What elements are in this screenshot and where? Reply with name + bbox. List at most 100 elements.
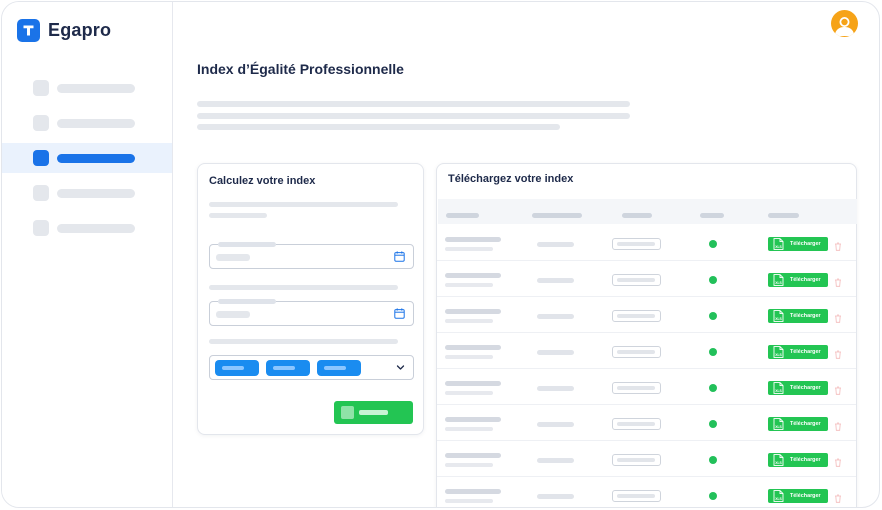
chevron-down-icon[interactable] [396, 363, 405, 372]
cell-name [445, 453, 501, 458]
form-label-line [209, 285, 398, 290]
cell-name [445, 273, 501, 278]
cell-subtext [445, 355, 493, 359]
sidebar: Egapro [2, 2, 173, 507]
cell-tag [612, 418, 661, 430]
selected-chip[interactable] [266, 360, 310, 376]
app-name: Egapro [48, 20, 112, 40]
sidebar-item-1[interactable] [2, 73, 172, 103]
selected-chip[interactable] [215, 360, 259, 376]
cell-value [537, 386, 574, 391]
svg-text:XLS: XLS [775, 389, 782, 393]
cell-name [445, 417, 501, 422]
nav-item-icon [33, 80, 49, 96]
cell-value [537, 350, 574, 355]
calculator-title: Calculez votre index [209, 175, 316, 187]
multiselect-field[interactable] [209, 355, 414, 380]
cell-name [445, 237, 501, 242]
check-icon [709, 276, 717, 284]
nav-item-icon [33, 150, 49, 166]
delete-icon[interactable] [834, 382, 842, 400]
download-button[interactable]: XLS Télécharger [768, 273, 828, 287]
download-button[interactable]: XLS Télécharger [768, 381, 828, 395]
nav-item-label [57, 223, 135, 233]
delete-icon[interactable] [834, 310, 842, 328]
svg-text:XLS: XLS [775, 245, 782, 249]
xls-file-icon: XLS [773, 310, 784, 322]
download-button-label: Télécharger [790, 457, 821, 463]
date-field-1[interactable] [209, 241, 414, 269]
check-icon [709, 492, 717, 500]
nav-item-icon [33, 115, 49, 131]
nav-item-label [57, 118, 135, 128]
download-button[interactable]: XLS Télécharger [768, 345, 828, 359]
check-icon [709, 384, 717, 392]
column-header [446, 213, 479, 218]
download-button-label: Télécharger [790, 385, 821, 391]
user-icon [834, 17, 855, 36]
user-avatar[interactable] [831, 10, 858, 37]
cell-name [445, 381, 501, 386]
date-field-value [216, 254, 250, 261]
download-button-label: Télécharger [790, 313, 821, 319]
xls-file-icon: XLS [773, 454, 784, 466]
cell-subtext [445, 391, 493, 395]
calculate-button[interactable] [334, 401, 413, 424]
table-row: XLS Télécharger [437, 405, 856, 441]
delete-icon[interactable] [834, 418, 842, 436]
table-header [438, 199, 857, 224]
delete-icon[interactable] [834, 490, 842, 507]
download-button[interactable]: XLS Télécharger [768, 309, 828, 323]
date-field-value [216, 311, 250, 318]
xls-file-icon: XLS [773, 418, 784, 430]
delete-icon[interactable] [834, 346, 842, 364]
check-icon [709, 420, 717, 428]
delete-icon[interactable] [834, 454, 842, 472]
nav-item-icon [33, 220, 49, 236]
button-icon [341, 406, 354, 419]
check-icon [709, 456, 717, 464]
table-row: XLS Télécharger [437, 369, 856, 405]
sidebar-item-3-active[interactable] [2, 143, 172, 173]
delete-icon[interactable] [834, 274, 842, 292]
delete-icon[interactable] [834, 238, 842, 256]
selected-chip[interactable] [317, 360, 361, 376]
download-button[interactable]: XLS Télécharger [768, 489, 828, 503]
download-button-label: Télécharger [790, 421, 821, 427]
cell-tag [612, 346, 661, 358]
cell-value [537, 422, 574, 427]
check-icon [709, 240, 717, 248]
svg-text:XLS: XLS [775, 353, 782, 357]
download-button[interactable]: XLS Télécharger [768, 237, 828, 251]
sidebar-item-2[interactable] [2, 108, 172, 138]
calendar-icon[interactable] [394, 308, 405, 319]
calculator-card: Calculez votre index [197, 163, 424, 435]
date-field-2[interactable] [209, 298, 414, 326]
cell-subtext [445, 319, 493, 323]
form-label-line [209, 202, 398, 207]
cell-tag [612, 238, 661, 250]
cell-value [537, 494, 574, 499]
download-button[interactable]: XLS Télécharger [768, 417, 828, 431]
cell-value [537, 278, 574, 283]
table-row: XLS Télécharger [437, 261, 856, 297]
calendar-icon[interactable] [394, 251, 405, 262]
download-button[interactable]: XLS Télécharger [768, 453, 828, 467]
cell-subtext [445, 283, 493, 287]
cell-subtext [445, 463, 493, 467]
nav-item-label [57, 83, 135, 93]
sidebar-item-5[interactable] [2, 213, 172, 243]
cell-value [537, 242, 574, 247]
download-button-label: Télécharger [790, 277, 821, 283]
button-label [359, 410, 388, 415]
intro-text-line [197, 113, 630, 119]
xls-file-icon: XLS [773, 238, 784, 250]
app-logo[interactable]: Egapro [17, 19, 111, 42]
table-row: XLS Télécharger [437, 477, 856, 507]
svg-text:XLS: XLS [775, 317, 782, 321]
page-title: Index d’Égalité Professionnelle [197, 61, 404, 77]
cell-name [445, 489, 501, 494]
cell-tag [612, 490, 661, 502]
sidebar-item-4[interactable] [2, 178, 172, 208]
column-header [768, 213, 799, 218]
